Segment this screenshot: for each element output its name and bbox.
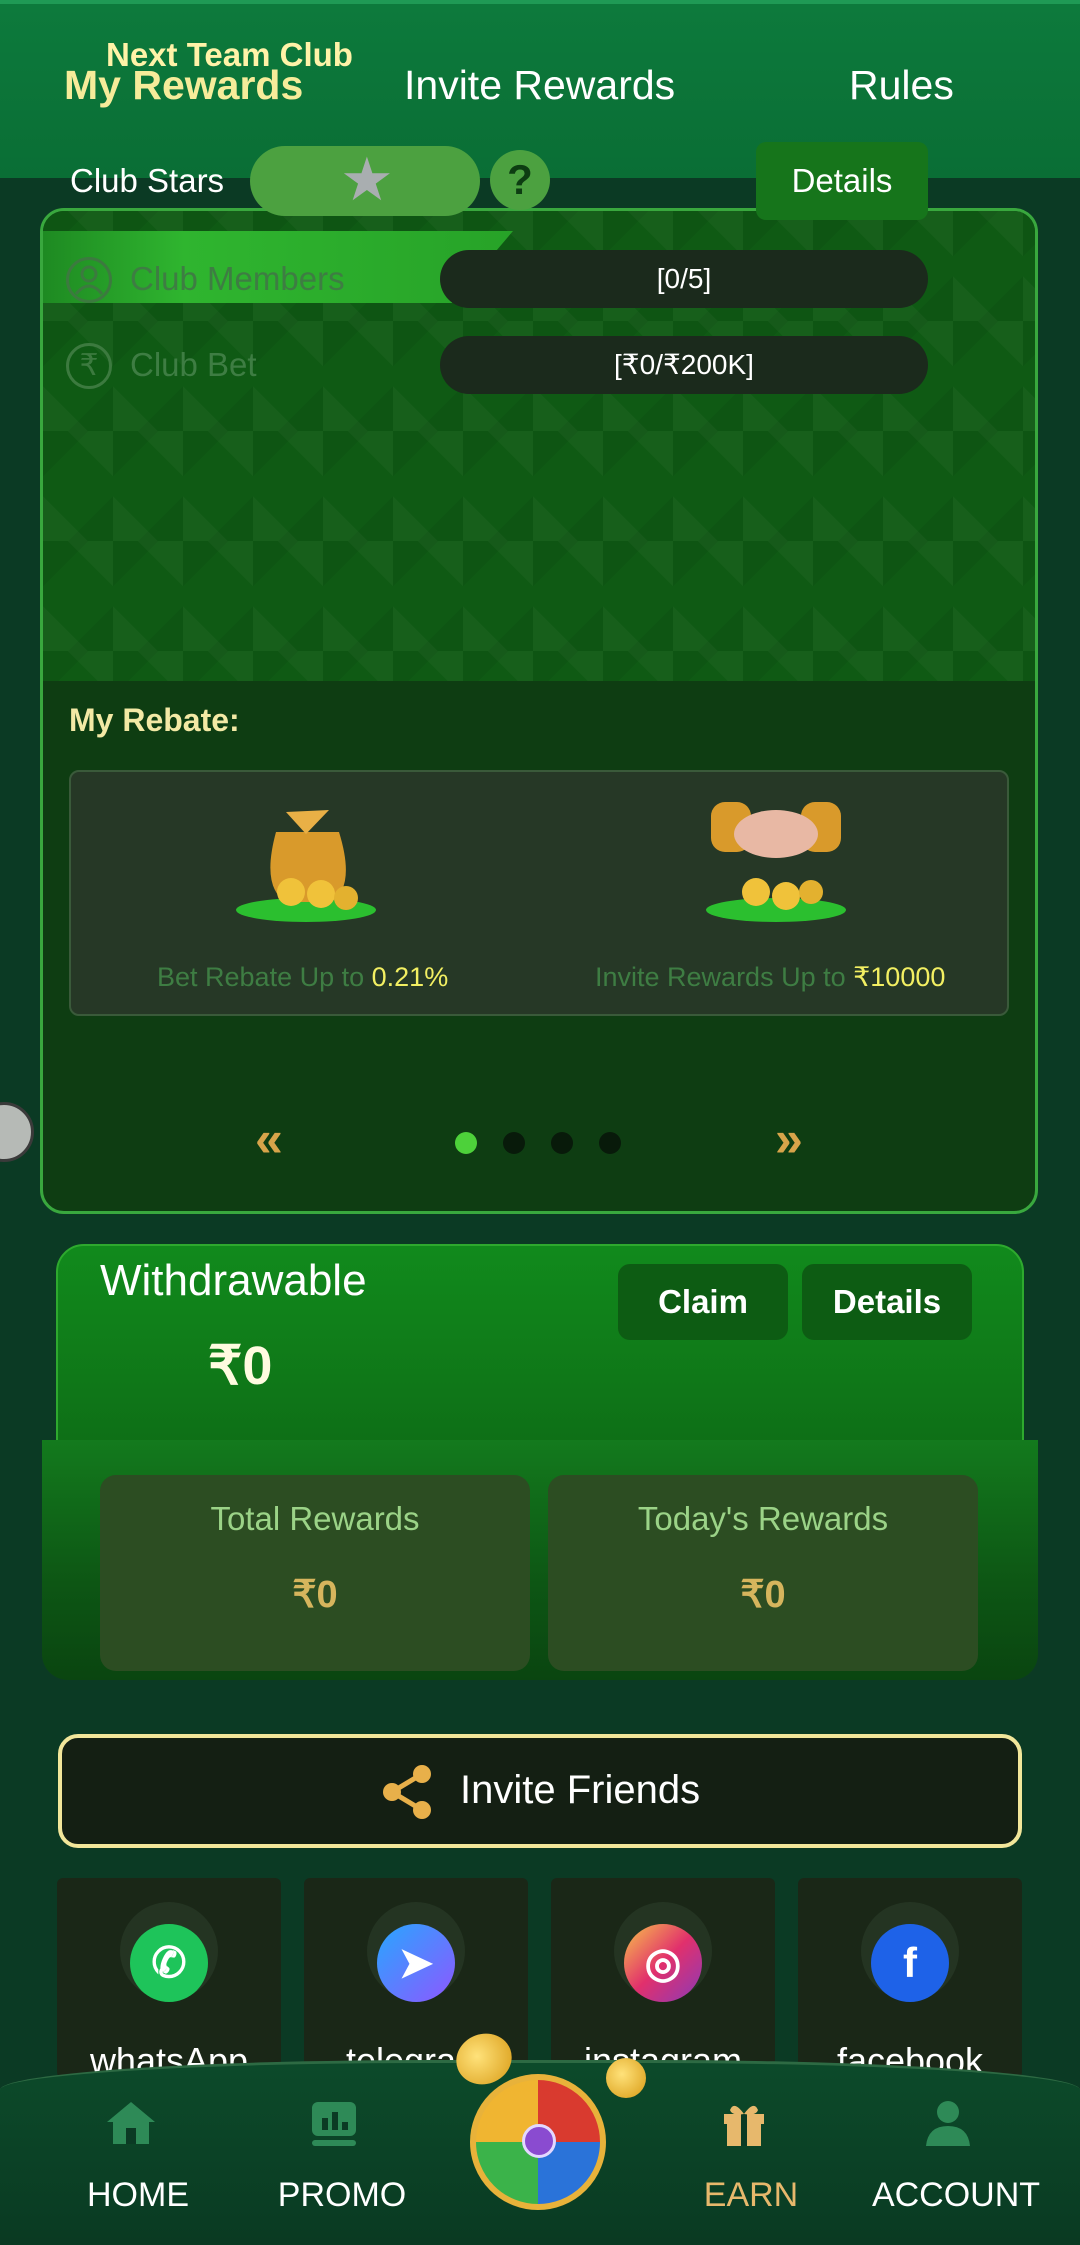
todays-rewards-value: ₹0 (740, 1574, 786, 1616)
withdrawable-value: ₹0 (208, 1336, 273, 1396)
club-members-label: Club Members (130, 260, 345, 297)
share-icon (383, 1765, 431, 1819)
gift-icon[interactable] (716, 2098, 772, 2148)
bet-rebate-rate: 0.21% (371, 962, 449, 992)
club-bet-value: [₹0/₹200K] (440, 336, 928, 394)
club-details-button[interactable]: Details (756, 142, 928, 220)
rebate-panel: Bet Rebate Up to 0.21% Invite Rewards Up… (69, 770, 1009, 1016)
invite-friends-label: Invite Friends (460, 1768, 701, 1812)
pager-dot[interactable] (551, 1132, 573, 1154)
todays-rewards-label: Today's Rewards (637, 1500, 889, 1537)
rebate-title: My Rebate: (69, 702, 240, 738)
total-rewards-value: ₹0 (292, 1574, 338, 1616)
club-stars-label: Club Stars (70, 162, 225, 199)
instagram-icon: ◎ (624, 1924, 702, 2002)
club-bet-label: Club Bet (130, 346, 257, 383)
bet-rebate-caption: Bet Rebate Up to 0.21% (157, 962, 449, 992)
user-icon (66, 257, 112, 303)
floating-drag-handle[interactable] (0, 1102, 34, 1162)
withdraw-details-button[interactable]: Details (802, 1264, 972, 1340)
home-icon[interactable] (103, 2098, 159, 2148)
invite-rewards-caption: Invite Rewards Up to ₹10000 (595, 962, 946, 992)
pager-dot[interactable] (455, 1132, 477, 1154)
coin-icon (606, 2058, 646, 2098)
nav-promo-label[interactable]: PROMO (242, 2176, 442, 2215)
nav-home-label[interactable]: HOME (38, 2176, 238, 2215)
facebook-icon: f (871, 1924, 949, 2002)
wheel-hub (522, 2124, 556, 2158)
club-title: Next Team Club (106, 36, 353, 73)
pager-dot[interactable] (599, 1132, 621, 1154)
whatsapp-icon: ✆ (130, 1924, 208, 2002)
promo-icon[interactable] (306, 2098, 362, 2148)
total-rewards-label: Total Rewards (210, 1500, 420, 1537)
nav-earn-label[interactable]: EARN (651, 2176, 851, 2215)
withdrawable-label: Withdrawable (100, 1256, 367, 1305)
money-bag-icon (236, 810, 376, 922)
previous-arrow-icon[interactable]: « (255, 1110, 283, 1168)
club-members-value: [0/5] (440, 250, 928, 308)
tab-rules[interactable]: Rules (849, 62, 954, 109)
rupee-icon: ₹ (66, 343, 112, 389)
star-icon: ★ (340, 146, 394, 213)
tab-invite-rewards[interactable]: Invite Rewards (404, 62, 675, 109)
claim-button[interactable]: Claim (618, 1264, 788, 1340)
nav-account-label[interactable]: ACCOUNT (856, 2176, 1056, 2215)
help-icon[interactable]: ? (490, 150, 550, 210)
pager-dot[interactable] (503, 1132, 525, 1154)
telegram-icon: ➤ (377, 1924, 455, 2002)
handshake-coins-icon (706, 802, 846, 922)
next-arrow-icon[interactable]: » (775, 1110, 803, 1168)
invite-rewards-amount: ₹10000 (853, 962, 946, 992)
account-icon[interactable] (920, 2098, 976, 2148)
